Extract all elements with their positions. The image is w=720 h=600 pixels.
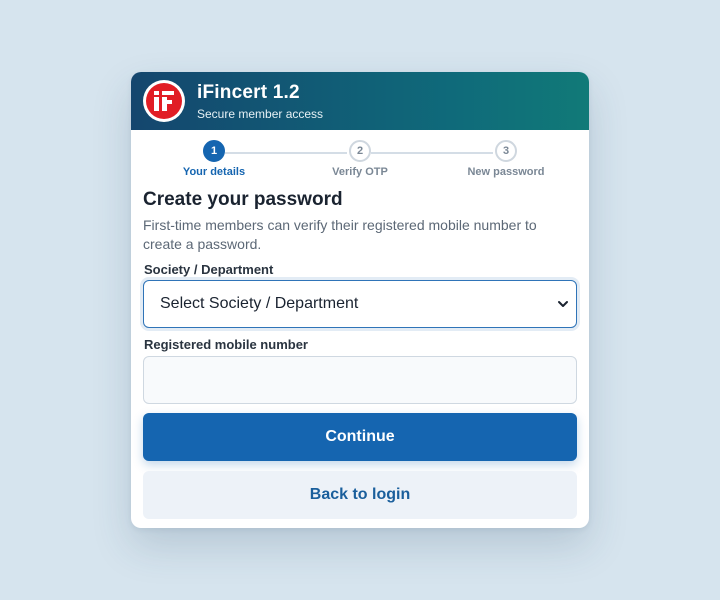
page-title: Create your password bbox=[143, 189, 343, 210]
chevron-down-icon bbox=[558, 301, 568, 307]
step-verify-otp: 2 Verify OTP bbox=[300, 140, 420, 178]
page-description: First-time members can verify their regi… bbox=[143, 217, 537, 252]
mobile-label: Registered mobile number bbox=[144, 337, 308, 352]
step-number: 3 bbox=[495, 140, 517, 162]
step-label: Verify OTP bbox=[332, 166, 388, 178]
society-label: Society / Department bbox=[144, 262, 274, 277]
step-label: New password bbox=[467, 166, 545, 178]
progress-stepper: 1 Your details 2 Verify OTP 3 New passwo… bbox=[131, 140, 589, 184]
step-number: 2 bbox=[349, 140, 371, 162]
society-select[interactable]: Select Society / Department bbox=[143, 280, 577, 328]
back-to-login-button[interactable]: Back to login bbox=[143, 471, 577, 519]
card-header: iFincert 1.2 Secure member access bbox=[131, 72, 589, 130]
app-subtitle: Secure member access bbox=[197, 107, 324, 121]
app-title: iFincert 1.2 bbox=[197, 82, 300, 103]
password-card: iFincert 1.2 Secure member access 1 Your… bbox=[131, 72, 589, 528]
continue-button[interactable]: Continue bbox=[143, 413, 577, 461]
step-new-password: 3 New password bbox=[446, 140, 566, 178]
ifincert-logo-icon bbox=[143, 80, 185, 122]
mobile-number-input[interactable] bbox=[143, 356, 577, 404]
step-your-details: 1 Your details bbox=[154, 140, 274, 178]
step-label: Your details bbox=[182, 166, 246, 178]
society-select-value: Select Society / Department bbox=[160, 295, 359, 312]
step-number: 1 bbox=[203, 140, 225, 162]
